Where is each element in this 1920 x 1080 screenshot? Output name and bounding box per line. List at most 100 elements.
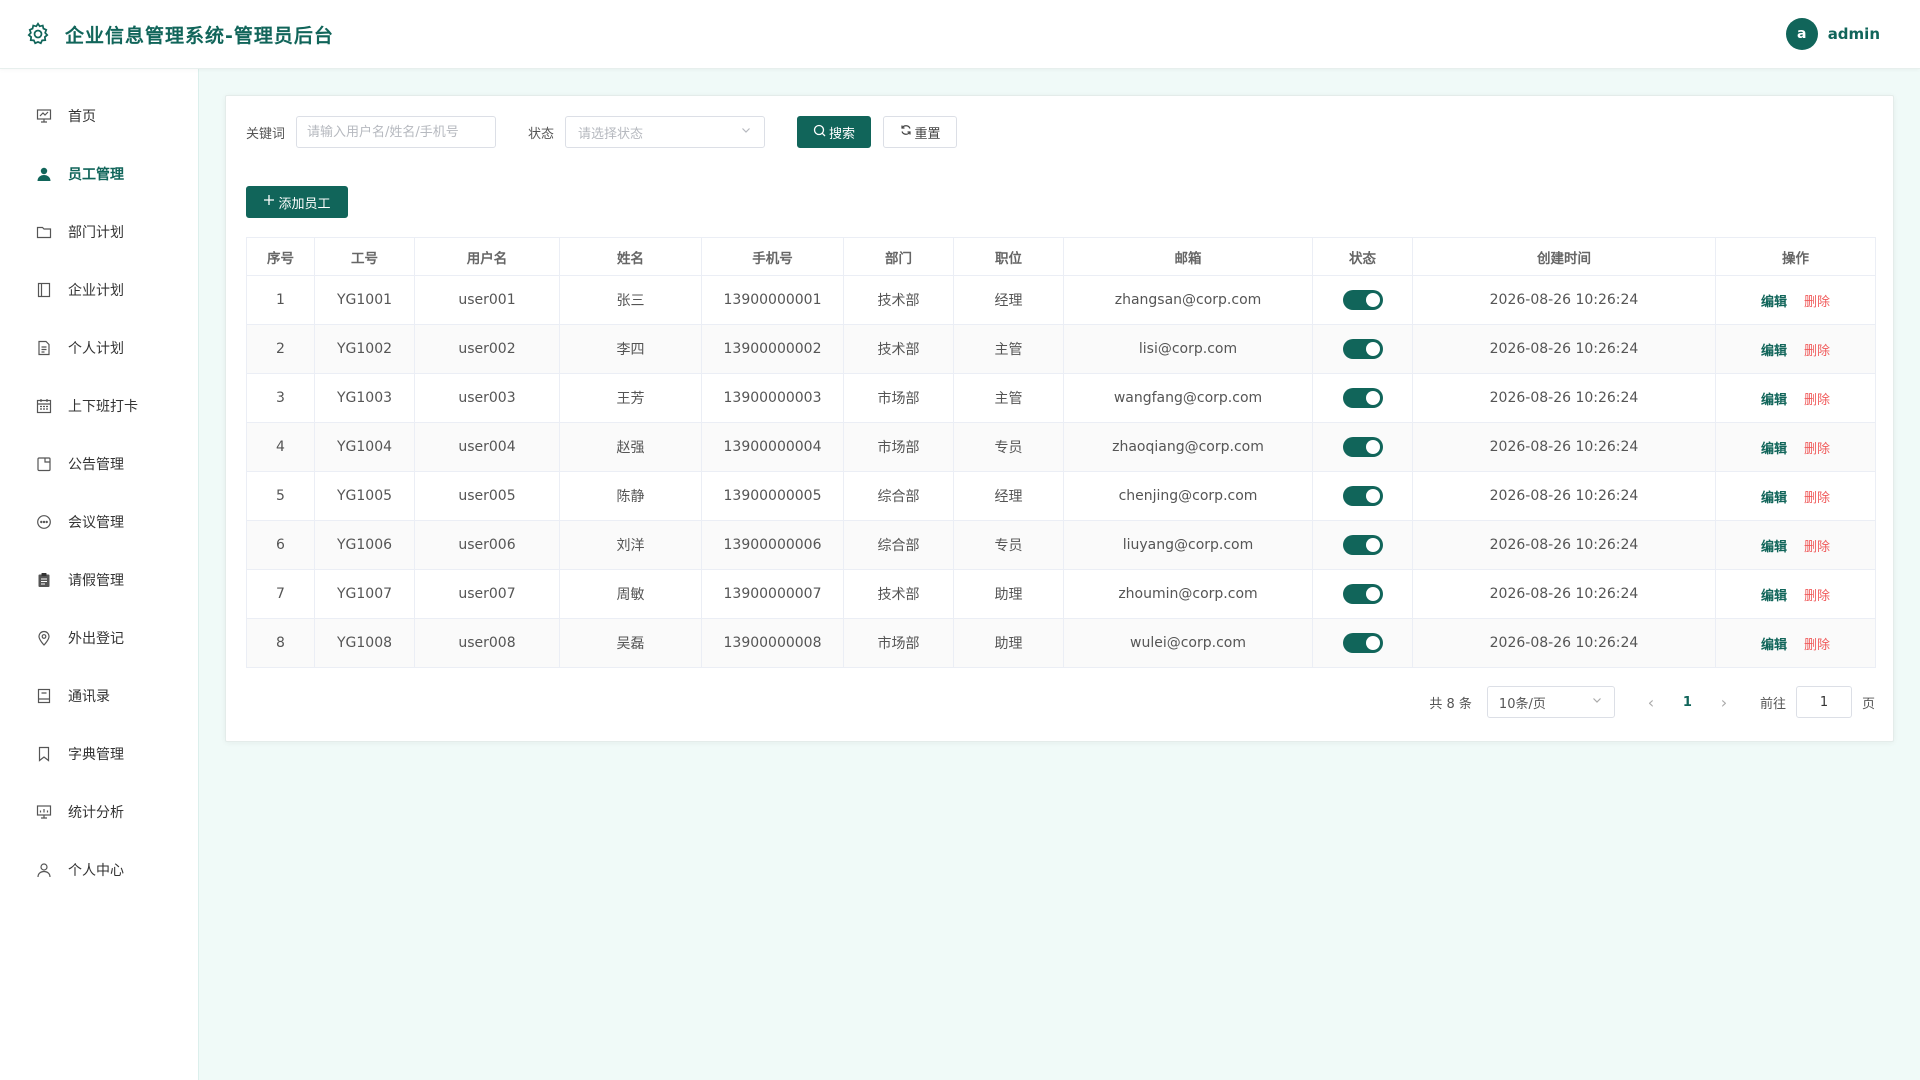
cell-emp-no: YG1007 (314, 569, 415, 619)
cell-created: 2026-08-26 10:26:24 (1412, 471, 1716, 521)
sidebar-item-label: 通讯录 (68, 689, 110, 705)
user-menu[interactable]: a admin (1785, 18, 1880, 50)
edit-link[interactable]: 编辑 (1761, 540, 1787, 555)
cell-name: 陈静 (559, 471, 702, 521)
sidebar-item-label: 上下班打卡 (68, 399, 138, 415)
status-toggle[interactable] (1342, 339, 1383, 359)
cell-actions: 编辑 删除 (1715, 422, 1876, 472)
reset-button[interactable]: 重置 (883, 116, 958, 148)
table-row: 3 YG1003 user003 王芳 13900000003 市场部 主管 w… (246, 373, 1876, 423)
delete-link[interactable]: 删除 (1804, 638, 1830, 653)
top-header: 企业信息管理系统-管理员后台 a admin (0, 0, 1920, 69)
prev-page-icon[interactable]: ‹ (1641, 693, 1661, 712)
edit-link[interactable]: 编辑 (1761, 344, 1787, 359)
sidebar-item-label: 部门计划 (68, 225, 124, 241)
sidebar-item-leave[interactable]: 请假管理 (0, 551, 198, 609)
cell-email: zhaoqiang@corp.com (1063, 422, 1313, 472)
cell-position: 助理 (953, 569, 1064, 619)
sidebar-item-outing[interactable]: 外出登记 (0, 609, 198, 667)
delete-link[interactable]: 删除 (1804, 344, 1830, 359)
cell-index: 7 (246, 569, 315, 619)
cell-dept: 技术部 (843, 275, 954, 325)
sidebar-item-label: 企业计划 (68, 283, 124, 299)
cell-status (1312, 324, 1413, 374)
delete-link[interactable]: 删除 (1804, 295, 1830, 310)
sidebar-item-notices[interactable]: 公告管理 (0, 435, 198, 493)
status-toggle[interactable] (1342, 486, 1383, 506)
sidebar-item-company-plan[interactable]: 企业计划 (0, 261, 198, 319)
column-header: 姓名 (559, 237, 702, 276)
edit-link[interactable]: 编辑 (1761, 491, 1787, 506)
cell-actions: 编辑 删除 (1715, 569, 1876, 619)
sidebar-item-dictionary[interactable]: 字典管理 (0, 725, 198, 783)
edit-link[interactable]: 编辑 (1761, 295, 1787, 310)
employee-card: 关键词 状态 请选择状态 搜索 重置 添加员工 (225, 95, 1894, 742)
edit-link[interactable]: 编辑 (1761, 442, 1787, 457)
cell-name: 李四 (559, 324, 702, 374)
cell-emp-no: YG1005 (314, 471, 415, 521)
status-toggle[interactable] (1342, 290, 1383, 310)
stats-board-icon (35, 804, 52, 821)
presentation-chart-icon (35, 108, 52, 125)
edit-link[interactable]: 编辑 (1761, 589, 1787, 604)
keyword-input[interactable] (296, 116, 497, 148)
goto-page-input[interactable] (1795, 686, 1852, 718)
cell-email: chenjing@corp.com (1063, 471, 1313, 521)
delete-link[interactable]: 删除 (1804, 589, 1830, 604)
cell-dept: 市场部 (843, 422, 954, 472)
status-toggle[interactable] (1342, 633, 1383, 653)
sidebar-item-home[interactable]: 首页 (0, 87, 198, 145)
cell-dept: 市场部 (843, 373, 954, 423)
cell-phone: 13900000006 (701, 520, 844, 570)
add-employee-button[interactable]: 添加员工 (246, 186, 348, 218)
cell-position: 经理 (953, 471, 1064, 521)
status-toggle[interactable] (1342, 584, 1383, 604)
table-header: 序号 工号 用户名 姓名 手机号 部门 职位 邮箱 状态 创建时间 操作 (246, 237, 1876, 276)
cell-actions: 编辑 删除 (1715, 275, 1876, 325)
cell-index: 3 (246, 373, 315, 423)
status-select-placeholder: 请选择状态 (578, 126, 644, 142)
gear-icon (25, 21, 51, 47)
cell-email: zhangsan@corp.com (1063, 275, 1313, 325)
status-select[interactable]: 请选择状态 (565, 116, 766, 148)
add-employee-label: 添加员工 (278, 196, 331, 212)
username[interactable]: admin (1828, 25, 1880, 43)
sidebar-item-profile[interactable]: 个人中心 (0, 841, 198, 899)
page-number[interactable]: 1 (1683, 695, 1692, 710)
delete-link[interactable]: 删除 (1804, 540, 1830, 555)
sidebar-item-attendance[interactable]: 上下班打卡 (0, 377, 198, 435)
delete-link[interactable]: 删除 (1804, 393, 1830, 408)
sidebar-item-label: 外出登记 (68, 631, 124, 647)
status-toggle[interactable] (1342, 437, 1383, 457)
status-toggle[interactable] (1342, 535, 1383, 555)
sidebar-item-personal-plan[interactable]: 个人计划 (0, 319, 198, 377)
cell-position: 专员 (953, 520, 1064, 570)
app-title: 企业信息管理系统-管理员后台 (65, 24, 334, 47)
delete-link[interactable]: 删除 (1804, 442, 1830, 457)
sidebar-item-meetings[interactable]: 会议管理 (0, 493, 198, 551)
next-page-icon[interactable]: › (1714, 693, 1734, 712)
page-size-select[interactable]: 10条/页 (1486, 686, 1615, 718)
cell-created: 2026-08-26 10:26:24 (1412, 373, 1716, 423)
sidebar-item-label: 员工管理 (68, 167, 124, 183)
sidebar-item-employees[interactable]: 员工管理 (0, 145, 198, 203)
cell-status (1312, 471, 1413, 521)
main-content: 关键词 状态 请选择状态 搜索 重置 添加员工 (199, 69, 1920, 1080)
cell-phone: 13900000007 (701, 569, 844, 619)
sidebar-item-statistics[interactable]: 统计分析 (0, 783, 198, 841)
avatar[interactable]: a (1785, 18, 1818, 50)
sidebar-item-dept-plan[interactable]: 部门计划 (0, 203, 198, 261)
edit-link[interactable]: 编辑 (1761, 638, 1787, 653)
status-toggle[interactable] (1342, 388, 1383, 408)
column-header: 操作 (1715, 237, 1876, 276)
search-button[interactable]: 搜索 (797, 116, 872, 148)
sidebar-item-contacts[interactable]: 通讯录 (0, 667, 198, 725)
clipboard-icon (35, 572, 52, 589)
edit-link[interactable]: 编辑 (1761, 393, 1787, 408)
cell-username: user002 (414, 324, 560, 374)
cell-name: 王芳 (559, 373, 702, 423)
cell-position: 专员 (953, 422, 1064, 472)
cell-phone: 13900000004 (701, 422, 844, 472)
cell-emp-no: YG1006 (314, 520, 415, 570)
delete-link[interactable]: 删除 (1804, 491, 1830, 506)
